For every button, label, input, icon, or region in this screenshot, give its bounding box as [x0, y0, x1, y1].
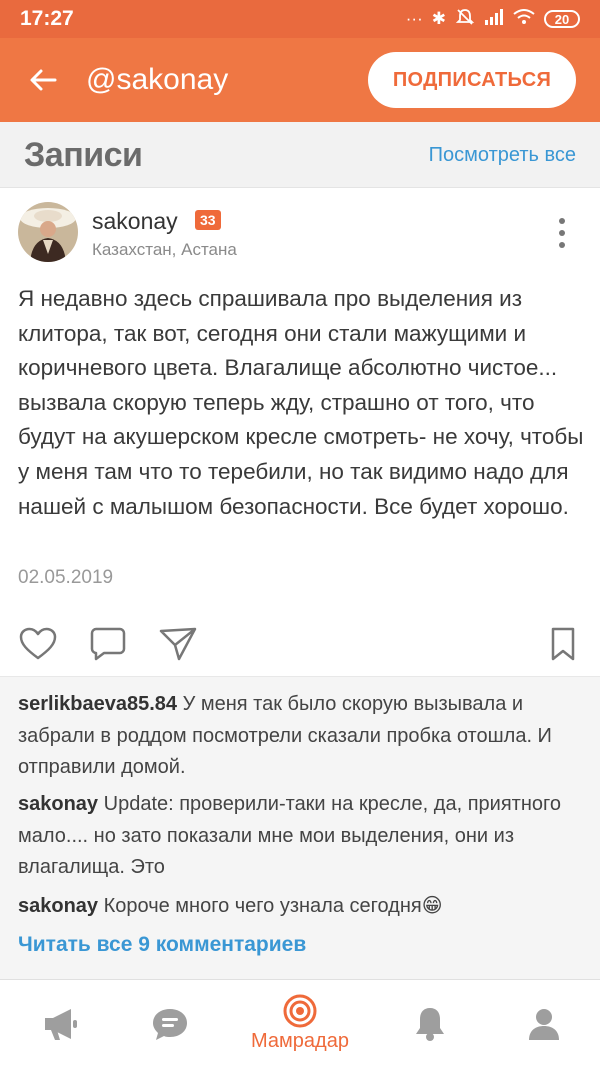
comment-item: serlikbaeva85.84 У меня так было скорую … [18, 689, 584, 784]
like-button[interactable] [18, 624, 58, 664]
comment-text: Короче много чего узнала сегодня😁 [103, 895, 443, 917]
post-text: Я недавно здесь спрашивала про выделения… [18, 286, 584, 519]
comments-section: serlikbaeva85.84 У меня так было скорую … [0, 676, 600, 979]
arrow-left-icon [30, 69, 57, 91]
bluetooth-icon: ✱ [431, 9, 446, 28]
user-level-badge: 33 [195, 210, 221, 230]
nav-label-mamradar: Мамрадар [251, 1030, 349, 1052]
post-date: 02.05.2019 [18, 567, 114, 588]
heart-icon [19, 627, 57, 660]
more-dot [559, 218, 565, 224]
back-button[interactable] [0, 38, 86, 122]
more-dots-icon: ··· [405, 9, 423, 28]
bell-icon [416, 1007, 444, 1041]
chat-icon [153, 1008, 187, 1040]
status-time: 17:27 [20, 7, 74, 30]
nav-item-profile[interactable] [484, 980, 600, 1066]
more-dot [559, 230, 565, 236]
app-bar: @sakonay ПОДПИСАТЬСЯ [0, 38, 600, 122]
nav-item-messages[interactable] [110, 980, 230, 1066]
section-title: Записи [24, 136, 143, 174]
comment-icon [90, 627, 126, 661]
comment-item: sakonay Короче много чего узнала сегодня… [18, 891, 584, 923]
nav-item-notifications[interactable] [370, 980, 490, 1066]
post-actions [0, 624, 600, 664]
bookmark-icon [551, 627, 575, 661]
more-options-button[interactable] [550, 218, 574, 248]
see-all-link[interactable]: Посмотреть все [429, 144, 576, 167]
nav-item-feed[interactable] [0, 980, 120, 1066]
send-icon [159, 627, 197, 661]
post-author-location: Казахстан, Астана [92, 240, 237, 259]
status-icons: ··· ✱ 20 [406, 7, 580, 32]
megaphone-icon [45, 1008, 77, 1040]
mute-icon [455, 7, 475, 32]
profile-handle-title: @sakonay [86, 63, 229, 96]
comment-author[interactable]: serlikbaeva85.84 [18, 693, 177, 715]
status-bar: 17:27 ··· ✱ 20 [0, 0, 600, 38]
post-author-name[interactable]: sakonay [92, 208, 178, 235]
bottom-navigation: Мамрадар [0, 979, 600, 1066]
post-card: sakonay 33 Казахстан, Астана Я недавно з… [0, 188, 600, 676]
comment-text: Update: проверили-таки на кресле, да, пр… [18, 793, 561, 878]
signal-icon [484, 8, 504, 30]
comment-author[interactable]: sakonay [18, 793, 98, 815]
comment-button[interactable] [88, 624, 128, 664]
share-button[interactable] [158, 624, 198, 664]
comment-item: sakonay Update: проверили-таки на кресле… [18, 789, 584, 884]
comment-author[interactable]: sakonay [18, 895, 98, 917]
avatar[interactable] [18, 202, 78, 262]
subscribe-button[interactable]: ПОДПИСАТЬСЯ [368, 52, 576, 108]
profile-icon [529, 1008, 559, 1040]
nav-item-mamradar[interactable]: Мамрадар [240, 980, 360, 1066]
more-dot [559, 242, 565, 248]
battery-indicator: 20 [544, 10, 580, 28]
target-icon [283, 994, 317, 1028]
bookmark-button[interactable] [543, 624, 583, 664]
read-all-comments-link[interactable]: Читать все 9 комментариев [18, 933, 306, 957]
posts-section-header: Записи Посмотреть все [0, 122, 600, 188]
wifi-icon [513, 8, 535, 30]
